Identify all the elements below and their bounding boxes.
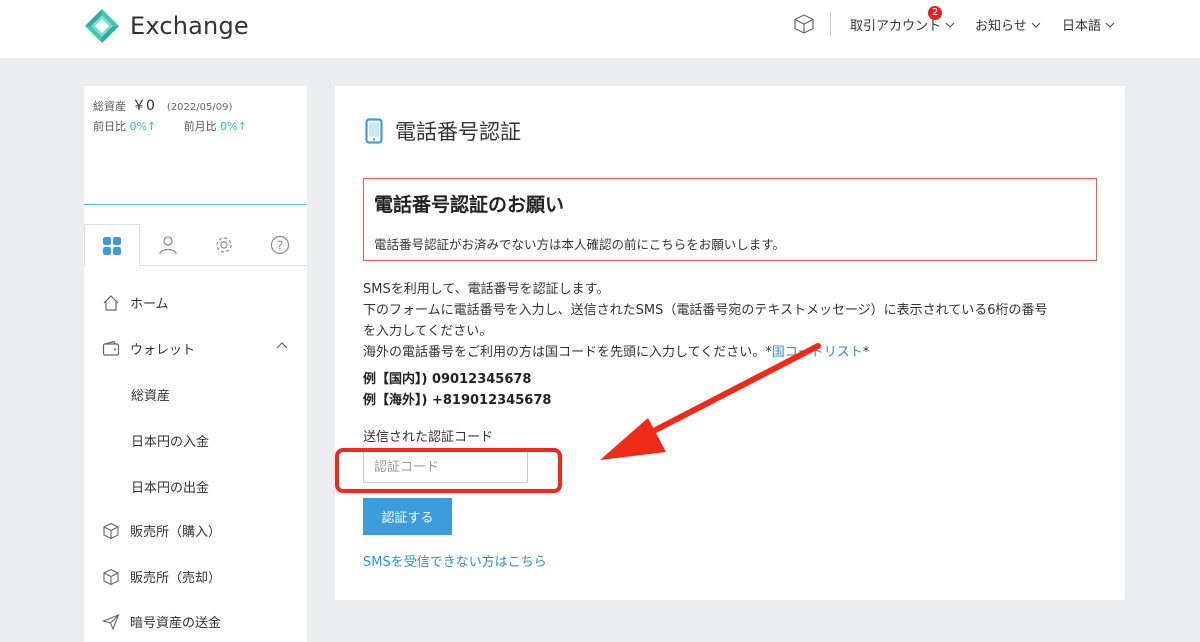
page-title: 電話番号認証 [365, 116, 521, 146]
menu-shop-sell-label: 販売所（売却） [130, 571, 222, 586]
day-change-label: 前日比 [93, 120, 126, 133]
total-assets-date: (2022/05/09) [166, 102, 233, 113]
code-field-label: 送信された認証コード [363, 430, 494, 445]
send-icon [102, 613, 120, 630]
sms-help-link[interactable]: SMSを受信できない方はこちら [363, 551, 547, 570]
menu-shop-buy[interactable]: 販売所（購入） [102, 521, 221, 540]
tab-profile[interactable] [140, 224, 196, 266]
month-change-label: 前月比 [183, 120, 217, 133]
user-icon [159, 236, 177, 255]
home-icon [103, 294, 119, 311]
cube-icon [103, 568, 119, 585]
tab-settings[interactable] [196, 224, 252, 266]
sidebar: 総資産 ￥0 (2022/05/09) 前日比 0%↑ 前月比 0%↑ ? ホー… [84, 86, 307, 642]
menu-total-assets[interactable]: 総資産 [131, 385, 170, 404]
day-change-value: 0%↑ [129, 120, 157, 133]
svg-text:?: ? [277, 239, 283, 253]
chevron-up-icon[interactable] [276, 340, 288, 352]
nav-notices[interactable]: お知らせ [975, 15, 1041, 34]
phone-icon [365, 118, 383, 144]
nav-notices-label: お知らせ [975, 19, 1027, 34]
menu-crypto-send-label: 暗号資産の送金 [130, 616, 222, 631]
menu-home[interactable]: ホーム [102, 293, 169, 312]
menu-jpy-withdraw[interactable]: 日本円の出金 [131, 477, 209, 496]
overseas-note-suffix: * [862, 345, 870, 360]
wallet-icon [102, 340, 120, 356]
month-change-value: 0%↑ [220, 120, 247, 133]
tab-help[interactable]: ? [252, 224, 308, 266]
nav-language-label: 日本語 [1062, 19, 1102, 34]
top-bar: Exchange 取引アカウント 2 お知らせ 日本語 [0, 0, 1200, 58]
nav-language[interactable]: 日本語 [1062, 15, 1115, 34]
description-line: を入力してください。 [363, 324, 493, 339]
example-overseas: 例【海外】) +819012345678 [363, 393, 552, 408]
tab-dashboard[interactable] [84, 224, 140, 267]
menu-shop-buy-label: 販売所（購入） [130, 525, 222, 540]
sidebar-tabs: ? [84, 224, 308, 267]
alert-box: 電話番号認証のお願い 電話番号認証がお済みでない方は本人確認の前にこちらをお願い… [363, 178, 1097, 261]
menu-crypto-send[interactable]: 暗号資産の送金 [102, 612, 221, 631]
annotation-highlight [335, 448, 562, 493]
nav-trade-account-label: 取引アカウント [850, 19, 942, 34]
cube-icon[interactable] [793, 13, 815, 35]
description-line: 下のフォームに電話番号を入力し、送信されたSMS（電話番号宛のテキストメッセージ… [363, 303, 1048, 318]
page-title-text: 電話番号認証 [395, 120, 521, 144]
chevron-down-icon [1031, 22, 1041, 28]
chevron-down-icon [945, 22, 955, 28]
total-assets-row: 総資産 ￥0 (2022/05/09) [93, 95, 232, 115]
menu-wallet-label: ウォレット [130, 343, 196, 358]
gear-icon [216, 237, 232, 253]
alert-body: 電話番号認証がお済みでない方は本人確認の前にこちらをお願いします。 [374, 237, 786, 252]
annotation-arrow [600, 343, 821, 460]
menu-jpy-deposit[interactable]: 日本円の入金 [131, 431, 209, 450]
alert-title: 電話番号認証のお願い [374, 194, 565, 216]
logo[interactable]: Exchange [84, 8, 249, 44]
total-assets-label: 総資産 [93, 100, 126, 113]
header-divider [830, 12, 831, 36]
change-row: 前日比 0%↑ 前月比 0%↑ [93, 118, 247, 134]
logo-icon [85, 9, 119, 43]
grid-icon [103, 236, 121, 255]
notification-badge: 2 [928, 6, 942, 20]
menu-home-label: ホーム [130, 297, 169, 312]
menu-shop-sell[interactable]: 販売所（売却） [102, 567, 221, 586]
example-domestic: 例【国内】) 09012345678 [363, 372, 532, 387]
verify-button[interactable]: 認証する [363, 498, 452, 535]
chevron-down-icon [1105, 22, 1115, 28]
brand-name: Exchange [130, 12, 249, 40]
help-icon: ? [270, 235, 290, 255]
cube-icon [103, 522, 119, 539]
description-line: SMSを利用して、電話番号を認証します。 [363, 282, 610, 297]
total-assets-value: ￥0 [132, 98, 155, 114]
menu-wallet[interactable]: ウォレット [102, 339, 195, 358]
summary-divider [84, 204, 307, 205]
